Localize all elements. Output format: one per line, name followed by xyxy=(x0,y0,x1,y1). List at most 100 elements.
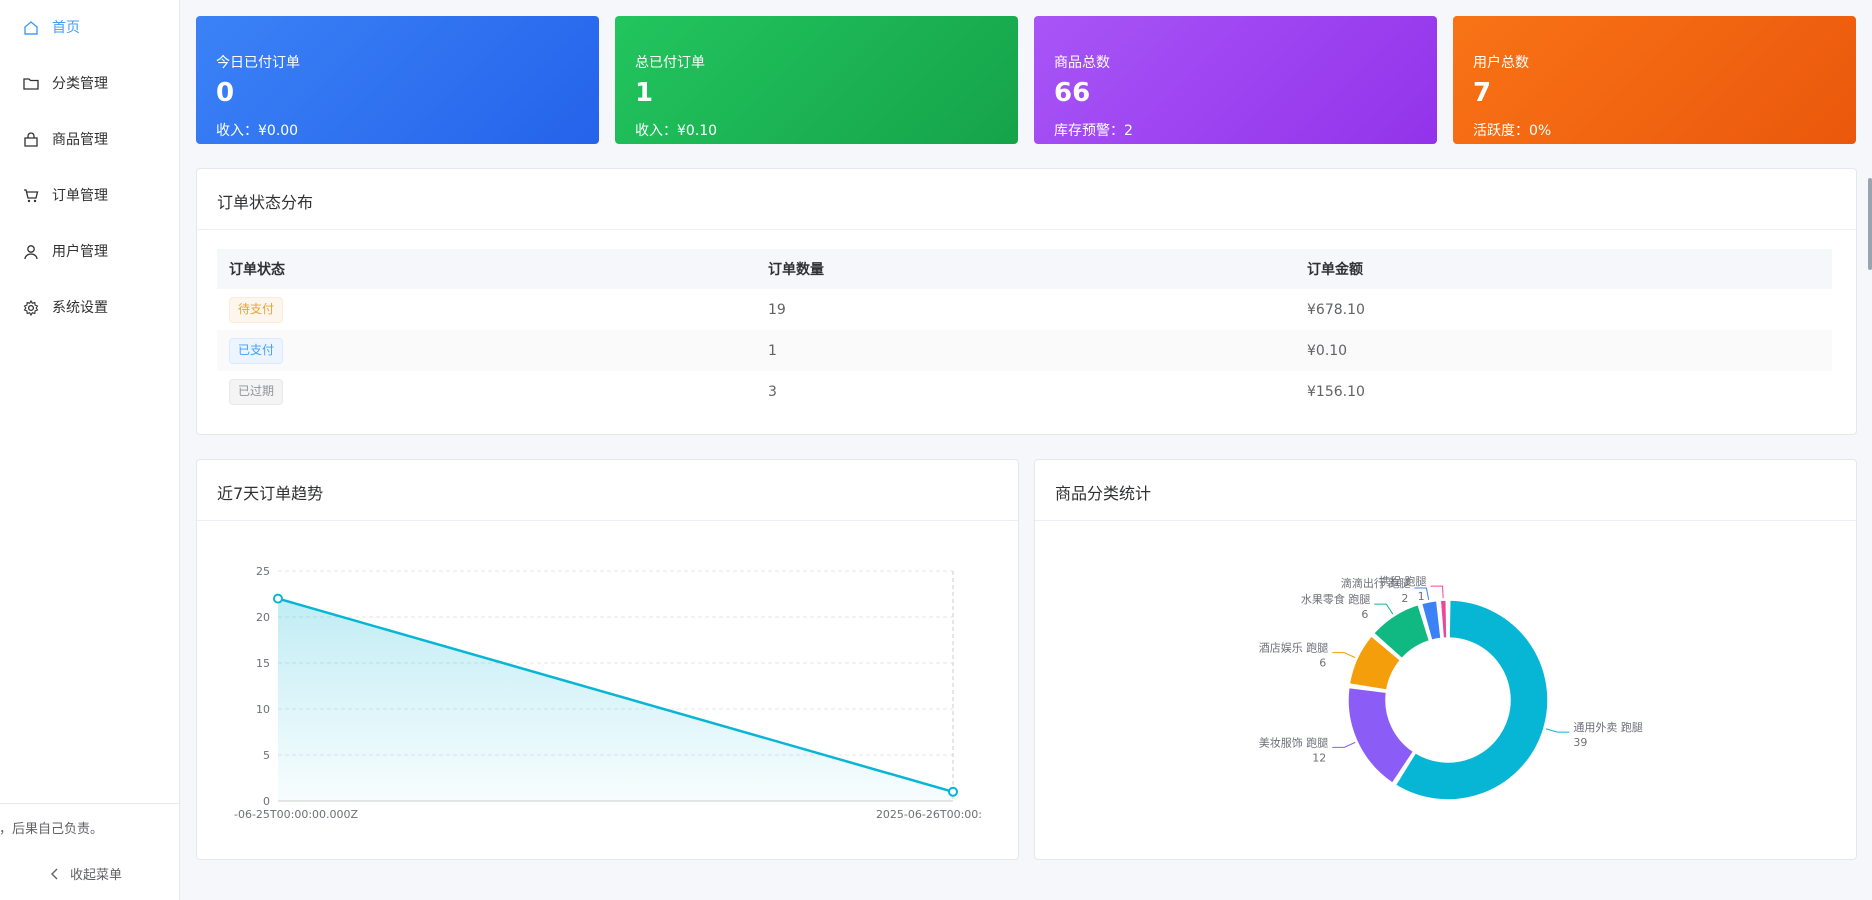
y-tick-label: 15 xyxy=(256,657,270,670)
stat-sub: 库存预警：2 xyxy=(1054,123,1133,139)
panel-header: 订单状态分布 xyxy=(197,169,1856,230)
sidebar-item-category[interactable]: 分类管理 xyxy=(0,64,179,104)
slice-value-label: 6 xyxy=(1361,608,1368,621)
slice-label: 美妆服饰 跑腿 xyxy=(1259,735,1329,749)
label-line xyxy=(1332,652,1356,659)
stat-card-users: 用户总数 7 活跃度：0% xyxy=(1453,16,1856,144)
label-line xyxy=(1430,585,1444,599)
order-status-table: 订单状态 订单数量 订单金额 待支付 19 ¥678.10 已支付 1 ¥0.1… xyxy=(217,249,1832,412)
table-row: 已过期 3 ¥156.10 xyxy=(217,371,1832,412)
status-badge: 已支付 xyxy=(229,337,284,364)
sidebar-item-label: 用户管理 xyxy=(52,244,108,260)
trend-chart: 0 5 10 15 20 25 -06-25T00:00:00.000Z 2025-06-26… xyxy=(234,565,982,821)
trend-chart-panel: 近7天订单趋势 0 5 10 15 20 25 -06-25T00:00:00.000Z 20… xyxy=(196,459,1019,860)
sidebar: 首页 分类管理 商品管理 订单管理 用户管理 系统设置 全，后果自己负责。 收起… xyxy=(0,0,180,900)
stat-value: 7 xyxy=(1473,78,1492,108)
stat-title: 总已付订单 xyxy=(635,55,705,71)
chevron-left-icon xyxy=(51,868,58,879)
sidebar-item-label: 首页 xyxy=(52,20,80,36)
slice-value-label: 1 xyxy=(1418,590,1425,603)
stat-title: 商品总数 xyxy=(1054,55,1110,71)
stat-card-today-orders: 今日已付订单 0 收入：¥0.00 xyxy=(196,16,599,144)
slice-value-label: 12 xyxy=(1312,751,1326,764)
slice-value-label: 39 xyxy=(1573,736,1587,749)
slice-value-label: 6 xyxy=(1319,657,1326,670)
trend-area xyxy=(278,598,953,801)
count-cell: 3 xyxy=(768,383,777,400)
column-header: 订单数量 xyxy=(756,249,1295,289)
y-tick-label: 25 xyxy=(256,565,270,578)
slice-label: 酒店娱乐 跑腿 xyxy=(1259,641,1329,655)
order-status-panel: 订单状态分布 订单状态 订单数量 订单金额 待支付 19 ¥678.10 已支付… xyxy=(196,168,1857,435)
y-tick-label: 10 xyxy=(256,703,270,716)
status-cell: 待支付 xyxy=(217,289,756,330)
stat-value: 1 xyxy=(635,78,654,108)
sidebar-item-label: 分类管理 xyxy=(52,76,108,92)
stat-card-products: 商品总数 66 库存预警：2 xyxy=(1034,16,1437,144)
stat-value: 0 xyxy=(216,78,235,108)
amount-cell: ¥678.10 xyxy=(1307,301,1365,318)
panel-title: 近7天订单趋势 xyxy=(217,484,324,503)
stat-sub: 活跃度：0% xyxy=(1473,123,1552,139)
column-header: 订单金额 xyxy=(1295,249,1832,289)
label-line xyxy=(1545,728,1570,733)
pie-slice[interactable] xyxy=(1439,599,1448,639)
stat-sub: 收入：¥0.10 xyxy=(635,123,718,139)
slice-label: 水果零食 跑腿 xyxy=(1301,592,1371,606)
stat-card-total-orders: 总已付订单 1 收入：¥0.10 xyxy=(615,16,1018,144)
category-pie-chart: 通用外卖 跑腿39美妆服饰 跑腿12酒店娱乐 跑腿6水果零食 跑腿6滴滴出行 跑… xyxy=(1259,574,1643,801)
home-icon xyxy=(24,21,38,35)
panel-title: 订单状态分布 xyxy=(217,193,314,212)
label-line xyxy=(1374,603,1394,615)
panel-header: 近7天订单趋势 xyxy=(197,460,1018,521)
disclaimer-text: 全，后果自己负责。 xyxy=(0,822,104,837)
count-cell: 1 xyxy=(756,330,1295,371)
trend-point[interactable] xyxy=(273,593,283,604)
y-tick-label: 20 xyxy=(256,611,270,624)
stat-title: 用户总数 xyxy=(1473,55,1529,71)
table-header-row: 订单状态 订单数量 订单金额 xyxy=(217,249,1832,289)
table-row: 待支付 19 ¥678.10 xyxy=(217,289,1832,330)
sidebar-item-products[interactable]: 商品管理 xyxy=(0,120,179,160)
y-tick-label: 5 xyxy=(263,749,270,762)
sidebar-item-orders[interactable]: 订单管理 xyxy=(0,176,179,216)
scrollbar-thumb[interactable] xyxy=(1868,178,1872,270)
panel-header: 商品分类统计 xyxy=(1035,460,1856,521)
count-cell: 19 xyxy=(768,301,786,318)
sidebar-item-users[interactable]: 用户管理 xyxy=(0,232,179,272)
sidebar-item-settings[interactable]: 系统设置 xyxy=(0,288,179,328)
panel-title: 商品分类统计 xyxy=(1055,484,1152,503)
column-header: 订单状态 xyxy=(217,249,756,289)
folder-icon xyxy=(23,78,39,90)
x-tick-label: 2025-06-26T00:00: xyxy=(876,808,982,821)
slice-label: 携程 跑腿 xyxy=(1379,574,1427,588)
sidebar-item-home[interactable]: 首页 xyxy=(0,8,179,48)
sidebar-item-label: 商品管理 xyxy=(52,132,108,148)
trend-point[interactable] xyxy=(948,786,958,797)
stat-value: 66 xyxy=(1054,78,1091,108)
pie-slice[interactable] xyxy=(1347,686,1415,784)
sidebar-footer: 全，后果自己负责。 收起菜单 xyxy=(0,803,179,900)
slice-value-label: 2 xyxy=(1401,592,1408,605)
label-line xyxy=(1332,741,1356,748)
cart-icon xyxy=(24,189,39,203)
status-badge: 已过期 xyxy=(229,378,284,405)
status-cell: 已支付 xyxy=(217,330,756,371)
x-tick-label: -06-25T00:00:00.000Z xyxy=(234,808,359,821)
table-row: 已支付 1 ¥0.10 xyxy=(217,330,1832,371)
user-icon xyxy=(24,245,38,260)
sidebar-item-label: 订单管理 xyxy=(52,188,108,204)
collapse-menu-label: 收起菜单 xyxy=(70,868,123,883)
slice-label: 通用外卖 跑腿 xyxy=(1573,720,1643,734)
y-tick-label: 0 xyxy=(263,795,270,808)
status-badge: 待支付 xyxy=(229,296,284,323)
collapse-menu-button[interactable]: 收起菜单 xyxy=(50,864,122,883)
status-cell: 已过期 xyxy=(217,371,756,412)
gear-icon xyxy=(23,299,39,317)
stat-sub: 收入：¥0.00 xyxy=(216,123,299,139)
shopping-bag-icon xyxy=(24,132,38,147)
amount-cell: ¥156.10 xyxy=(1307,383,1365,400)
category-chart-panel: 商品分类统计 通用外卖 跑腿 39 美妆服饰 跑腿 12 酒店娱乐 跑腿 6 水果零食 跑腿… xyxy=(1034,459,1857,860)
stat-title: 今日已付订单 xyxy=(216,55,300,71)
sidebar-item-label: 系统设置 xyxy=(52,300,108,316)
